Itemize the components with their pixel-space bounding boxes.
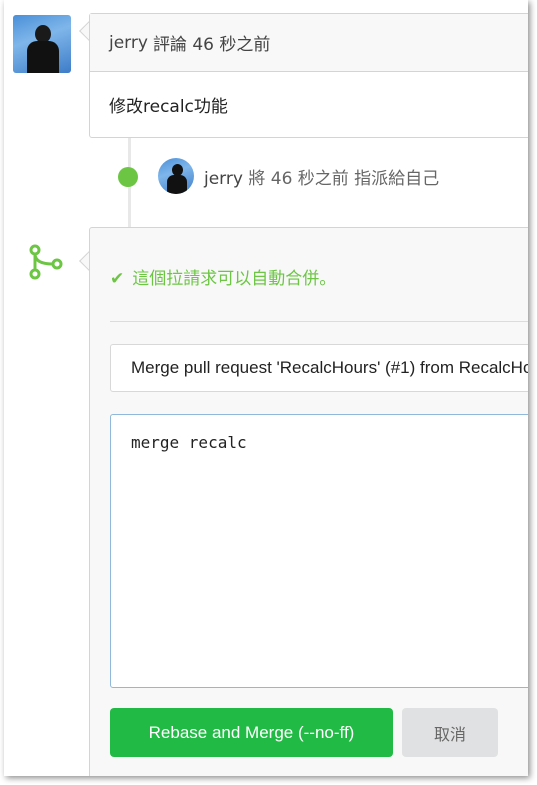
event-avatar[interactable] [158, 158, 194, 194]
comment: jerry 評論 46 秒之前 修改recalc功能 [89, 13, 528, 138]
divider [110, 321, 528, 322]
event-description: 將 46 秒之前 指派給自己 [248, 169, 440, 189]
merge-title-input[interactable]: Merge pull request 'RecalcHours' (#1) fr… [110, 344, 528, 392]
check-icon: ✔ [110, 269, 125, 289]
merge-status: ✔ 這個拉請求可以自動合併。 [110, 264, 336, 289]
assign-event: jerry 將 46 秒之前 指派給自己 [204, 164, 439, 189]
merge-message-textarea[interactable]: merge recalc [110, 414, 528, 688]
comment-author[interactable]: jerry [109, 33, 148, 53]
event-dot-icon [118, 167, 138, 187]
comment-body: 修改recalc功能 [109, 97, 228, 117]
comment-header: jerry 評論 46 秒之前 [90, 14, 528, 72]
git-merge-icon [29, 244, 63, 280]
commenter-avatar[interactable] [13, 15, 71, 73]
event-author[interactable]: jerry [204, 169, 243, 189]
merge-form: ✔ 這個拉請求可以自動合併。 Merge pull request 'Recalc… [89, 227, 528, 776]
pull-request-timeline: jerry 評論 46 秒之前 修改recalc功能 jerry 將 46 秒之… [4, 0, 528, 776]
merge-status-text: 這個拉請求可以自動合併。 [132, 269, 337, 289]
rebase-and-merge-button[interactable]: Rebase and Merge (--no-ff) [110, 708, 393, 757]
comment-meta: 評論 46 秒之前 [152, 35, 271, 55]
cancel-button[interactable]: 取消 [402, 708, 498, 757]
